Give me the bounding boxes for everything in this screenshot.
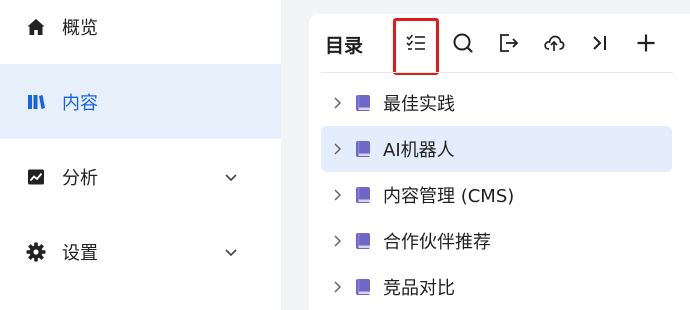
collapse-icon	[593, 36, 606, 50]
chevron-down-icon[interactable]	[222, 243, 240, 261]
tree-item-label: 内容管理 (CMS)	[383, 186, 515, 207]
sidebar-item-overview[interactable]: 概览	[0, 0, 281, 64]
search-icon	[453, 33, 473, 53]
gear-icon	[25, 241, 47, 263]
tree-item[interactable]: 内容管理 (CMS)	[321, 172, 672, 218]
chevron-down-icon[interactable]	[222, 168, 240, 186]
sidebar-item-content[interactable]: 内容	[0, 64, 281, 139]
panel-header: 目录	[309, 14, 690, 75]
tree-item[interactable]: 最佳实践	[321, 80, 672, 126]
chevron-right-icon[interactable]	[331, 142, 345, 156]
add-button[interactable]	[631, 28, 661, 58]
chevron-right-icon[interactable]	[331, 96, 345, 110]
directory-panel: 目录 最佳实践 AI机器人 内容管理 (CMS) 合作伙伴推荐 竞品对比	[309, 14, 690, 310]
sidebar-item-settings[interactable]: 设置	[0, 214, 281, 289]
search-button[interactable]	[448, 28, 478, 58]
home-icon	[25, 16, 47, 38]
sidebar-item-label: 分析	[62, 167, 98, 189]
tree-item-label: 竞品对比	[383, 278, 455, 299]
chevron-right-icon[interactable]	[331, 188, 345, 202]
checklist-icon	[406, 34, 425, 50]
sidebar-item-label: 概览	[62, 17, 98, 39]
add-icon	[637, 34, 655, 52]
sidebar-item-label: 设置	[62, 242, 98, 264]
export-icon	[500, 34, 519, 52]
tree-item-label: 最佳实践	[383, 94, 455, 115]
export-button[interactable]	[494, 28, 524, 58]
upload-icon	[544, 35, 565, 51]
panel-title: 目录	[325, 35, 364, 57]
checklist-button[interactable]	[401, 28, 431, 58]
sidebar: 概览 内容 分析 设置	[0, 0, 281, 310]
upload-button[interactable]	[539, 28, 569, 58]
tree-item-label: 合作伙伴推荐	[383, 232, 491, 253]
book-icon	[356, 141, 370, 157]
tree-item[interactable]: 竞品对比	[321, 264, 672, 310]
divider	[321, 72, 673, 73]
tree-item[interactable]: 合作伙伴推荐	[321, 218, 672, 264]
collapse-button[interactable]	[585, 28, 615, 58]
sidebar-item-label: 内容	[62, 92, 98, 114]
sidebar-item-analytics[interactable]: 分析	[0, 139, 281, 214]
book-icon	[356, 279, 370, 295]
chevron-right-icon[interactable]	[331, 234, 345, 248]
chart-icon	[25, 166, 47, 188]
tree-item[interactable]: AI机器人	[321, 126, 672, 172]
book-icon	[356, 187, 370, 203]
book-icon	[356, 95, 370, 111]
chevron-right-icon[interactable]	[331, 280, 345, 294]
book-icon	[356, 233, 370, 249]
library-icon	[25, 91, 47, 113]
tree-item-label: AI机器人	[383, 140, 455, 161]
